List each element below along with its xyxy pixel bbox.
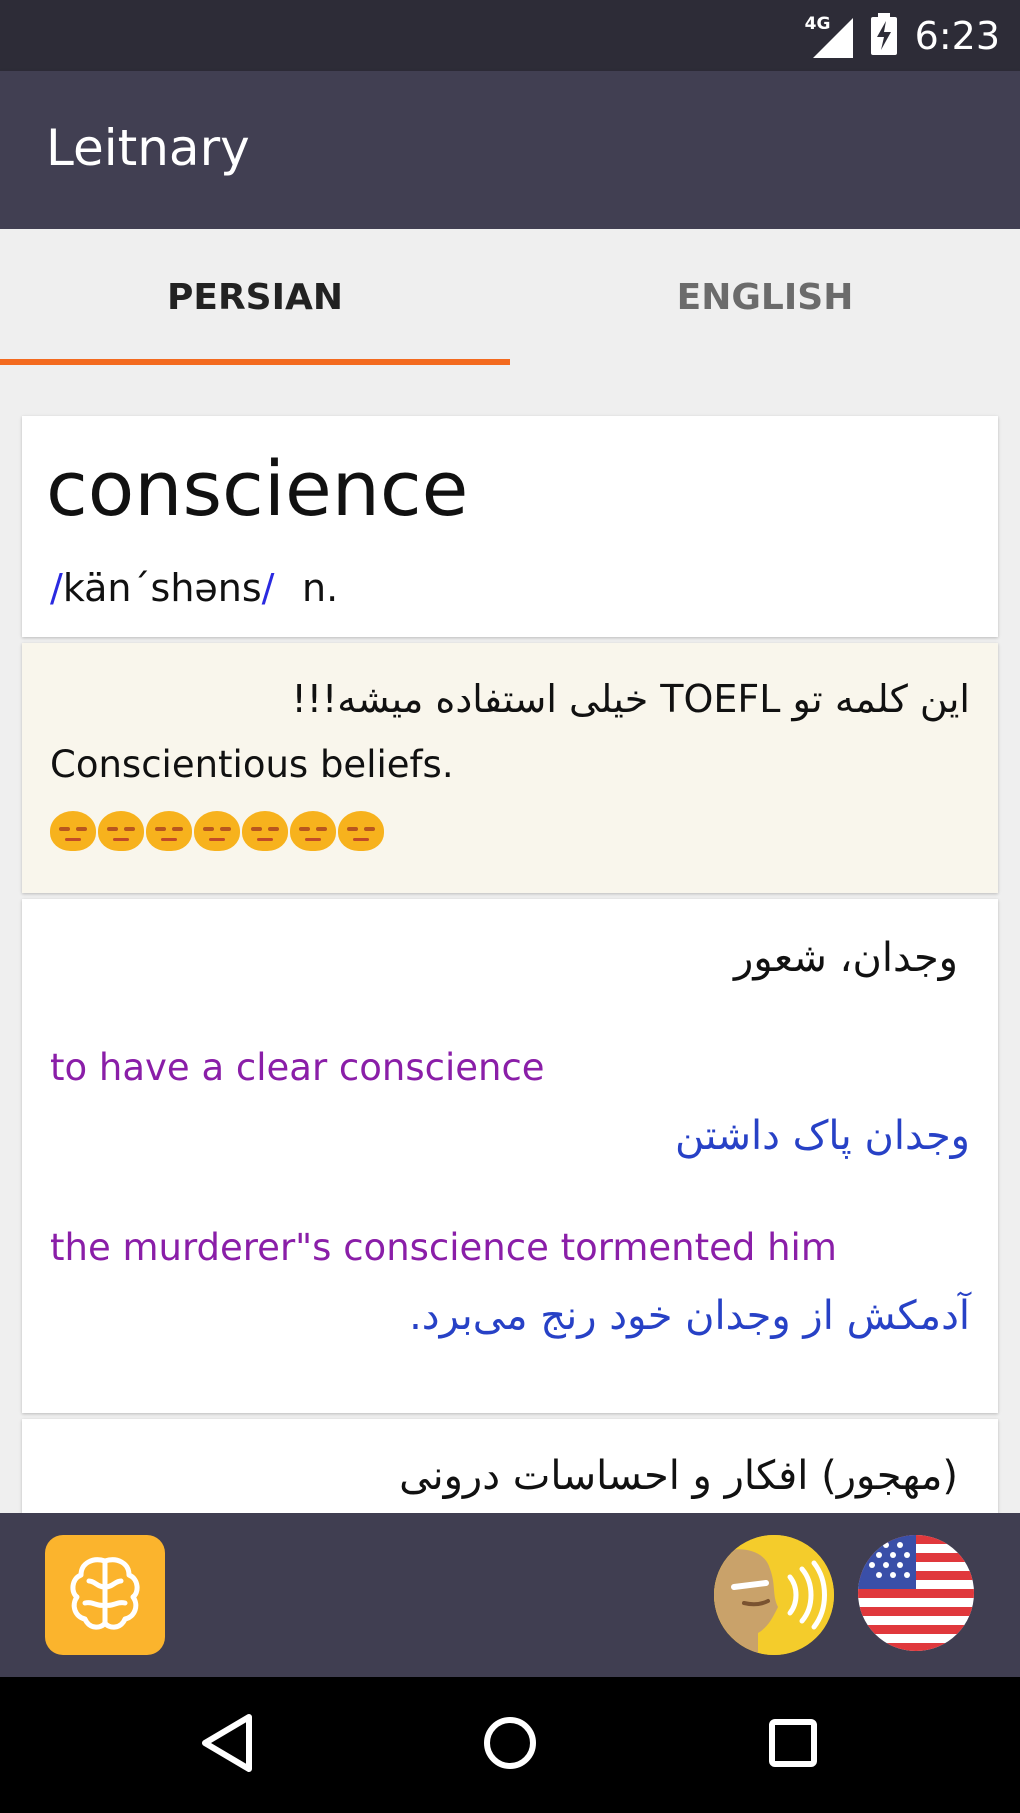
word-card: conscience /kän´shəns/ n. xyxy=(22,416,998,637)
home-button[interactable] xyxy=(480,1715,540,1775)
tab-indicator xyxy=(0,359,510,365)
phonetic-slash-close: / xyxy=(261,566,275,610)
definition-meaning: (مهجور) افکار و احساسات درونی xyxy=(399,1453,958,1499)
note-english: Conscientious beliefs. xyxy=(50,743,454,786)
action-bar xyxy=(0,1513,1020,1677)
example-persian: آدمکش از وجدان خود رنج می‌برد. xyxy=(409,1293,970,1339)
part-of-speech: n. xyxy=(302,566,339,610)
us-flag-icon xyxy=(858,1535,974,1651)
emoji-row xyxy=(50,811,384,851)
note-card[interactable]: این کلمه تو TOEFL خیلی استفاده میشه!!! C… xyxy=(22,643,998,893)
battery-charging-icon xyxy=(870,12,897,59)
angry-face-icon xyxy=(194,811,240,851)
phonetic-text: kän´shəns xyxy=(62,566,262,610)
definition-card: وجدان، شعور to have a clear conscience و… xyxy=(22,899,998,1413)
speaker-pronounce-icon xyxy=(714,1535,834,1655)
network-signal-icon: 4G xyxy=(805,14,853,58)
recents-icon xyxy=(768,1718,818,1772)
definition-meaning: وجدان، شعور xyxy=(734,935,958,981)
crying-face-icon xyxy=(146,811,192,851)
home-icon xyxy=(482,1715,538,1775)
example-english: the murderer"s conscience tormented him xyxy=(50,1226,837,1269)
sad-face-icon xyxy=(50,811,96,851)
language-tabs: PERSIAN ENGLISH xyxy=(0,229,1020,366)
tab-persian[interactable]: PERSIAN xyxy=(0,229,510,366)
app-title: Leitnary xyxy=(46,119,250,177)
status-icons: 4G 6:23 xyxy=(805,0,1000,71)
recents-button[interactable] xyxy=(763,1715,823,1775)
back-button[interactable] xyxy=(197,1713,257,1777)
example-english: to have a clear conscience xyxy=(50,1046,545,1089)
sad-face-icon xyxy=(98,811,144,851)
word-title: conscience xyxy=(46,444,469,533)
unamused-face-icon xyxy=(290,811,336,851)
status-bar: 4G 6:23 xyxy=(0,0,1020,71)
note-persian: این کلمه تو TOEFL خیلی استفاده میشه!!! xyxy=(291,677,970,721)
tab-english[interactable]: ENGLISH xyxy=(510,229,1020,366)
system-nav-bar xyxy=(0,1677,1020,1813)
language-flag-button[interactable] xyxy=(858,1535,974,1651)
brain-icon xyxy=(63,1551,147,1639)
unamused-face-icon xyxy=(242,811,288,851)
back-icon xyxy=(199,1713,255,1777)
status-time: 6:23 xyxy=(914,13,1000,58)
pronunciation: /kän´shəns/ xyxy=(50,566,274,610)
phonetic-slash-open: / xyxy=(50,566,63,610)
brain-button[interactable] xyxy=(45,1535,165,1655)
app-bar: Leitnary xyxy=(0,71,1020,229)
example-persian: وجدان پاک داشتن xyxy=(674,1113,970,1159)
pronounce-button[interactable] xyxy=(714,1535,834,1655)
unamused-face-icon xyxy=(338,811,384,851)
